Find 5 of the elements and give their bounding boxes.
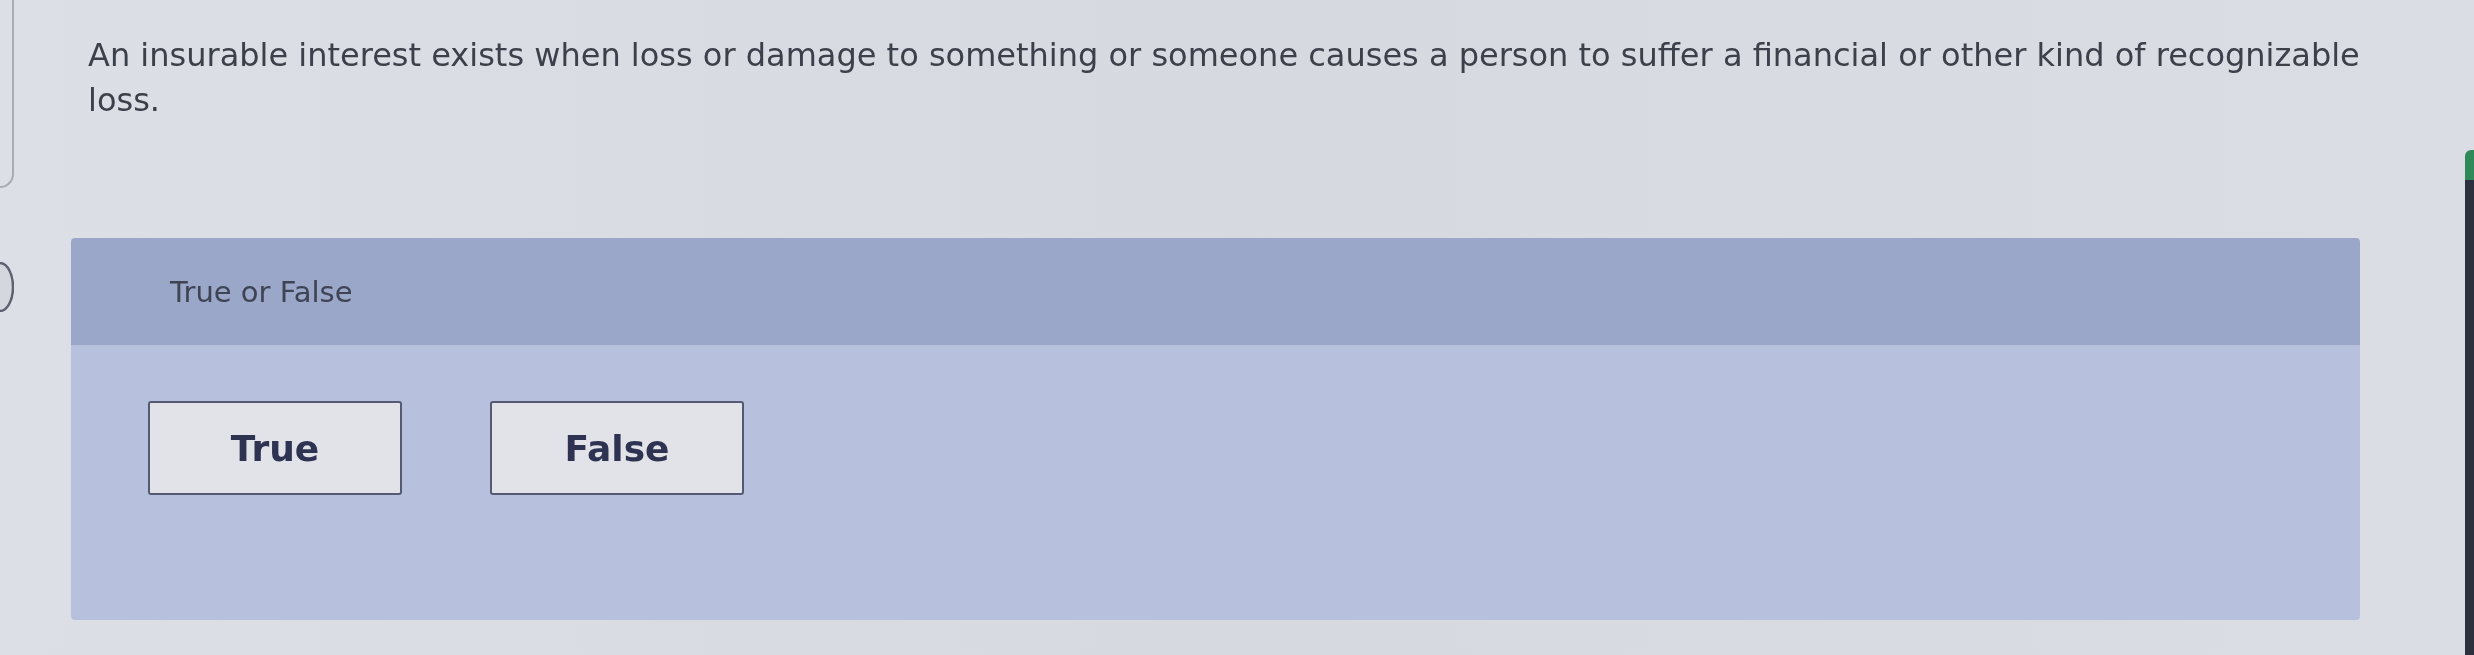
circle-outline-icon xyxy=(0,262,14,312)
question-text: An insurable interest exists when loss or damage to something or someone causes a person to suffer a financial or other kind of recognizable loss. xyxy=(88,35,2361,121)
answer-option-button[interactable]: True xyxy=(148,401,402,495)
question-type-label: True or False xyxy=(170,274,353,309)
answer-option-button[interactable]: False xyxy=(490,401,744,495)
